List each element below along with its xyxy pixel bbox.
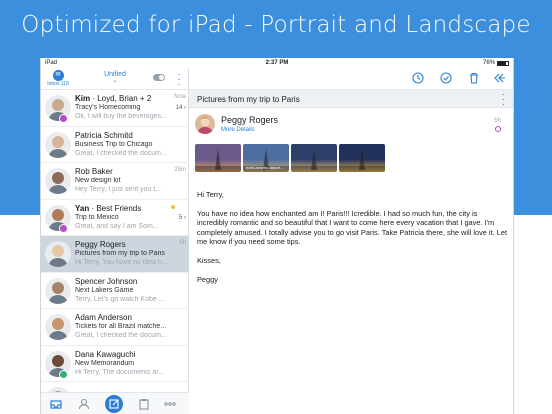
mail-list-item[interactable]: Peggy Rogers Pictures from my trip to Pa… — [41, 236, 189, 273]
attachment-strip: hotel-nearby-dance... — [195, 144, 385, 172]
mail-preview: Great, I checked the docum... — [75, 149, 167, 157]
avatar — [45, 314, 71, 340]
mail-sender: Peggy Rogers — [75, 240, 126, 249]
avatar — [45, 241, 71, 267]
mail-subject: Tracy's Homecoming — [75, 104, 141, 111]
unread-indicator[interactable] — [495, 126, 501, 132]
body-paragraph: You have no idea how enchanted am I! Par… — [197, 208, 508, 247]
message-toolbar — [189, 68, 513, 90]
mail-preview: Hi Terry, You have no idea h... — [75, 259, 168, 266]
clock-label: 2:37 PM — [265, 60, 289, 66]
mail-subject: New Memorandum — [75, 359, 135, 367]
status-bar: iPad 2:37 PM 76% — [41, 58, 513, 68]
bottom-toolbar — [41, 392, 189, 414]
clipboard-icon[interactable] — [137, 397, 151, 411]
mail-sender: Patricia Schmitd — [75, 130, 133, 140]
account-badge — [59, 114, 68, 123]
signature: Peggy — [197, 274, 218, 284]
battery-percent: 76% — [482, 60, 495, 66]
mail-subject: Next Lakers Game — [75, 286, 134, 294]
mail-subject: Pictures from my trip to Paris — [75, 250, 165, 257]
mail-sender: Rob Baker — [75, 167, 113, 176]
mail-sender: Dana Kawaguchi — [75, 349, 136, 359]
more-horizontal-icon[interactable] — [163, 397, 177, 411]
mail-list-item[interactable]: Kim · Loyd, Brian + 2 Tracy's Homecoming… — [41, 90, 189, 127]
mail-preview: Hi Terry, The documents ar... — [75, 368, 165, 376]
inbox-button[interactable]: ✉ Inbox 118 — [45, 70, 71, 88]
reply-all-icon[interactable] — [493, 71, 507, 85]
inbox-icon: ✉ — [52, 70, 64, 81]
ipad-screen: iPad 2:37 PM 76% ✉ Inbox 118 Unified ⌄ ·… — [40, 58, 514, 414]
account-badge — [59, 369, 68, 379]
trash-icon[interactable] — [467, 71, 481, 85]
mail-subject: Business Trip to Chicago — [75, 140, 153, 148]
sender-name: Peggy Rogers — [221, 115, 279, 125]
compose-button[interactable] — [105, 395, 123, 413]
more-vertical-icon[interactable]: · · · — [176, 70, 182, 90]
mail-list-item[interactable]: Yan · Best Friends Trip to Mexico Great,… — [41, 200, 189, 236]
check-circle-icon[interactable] — [439, 71, 453, 85]
thread-count: 14 › — [175, 105, 186, 111]
mail-time: 25m — [174, 167, 186, 173]
mail-list-header: ✉ Inbox 118 Unified ⌄ · · · — [41, 68, 189, 90]
clock-icon[interactable] — [411, 71, 425, 85]
mail-list-item[interactable]: Adam Anderson Tickets for all Brazil mat… — [41, 309, 189, 346]
mail-preview: Terry, Let's go watch Kobe ... — [75, 295, 165, 303]
avatar — [45, 131, 71, 158]
mailbox-selector[interactable]: Unified ⌄ — [97, 71, 133, 84]
mail-list-item[interactable] — [41, 382, 189, 392]
battery-icon — [497, 60, 509, 66]
mail-subject: Tickets for all Brazil matche... — [75, 323, 167, 330]
greeting: Hi Terry, — [197, 190, 224, 199]
mail-sender: Spencer Johnson — [75, 276, 138, 286]
mail-list-item[interactable]: Spencer Johnson Next Lakers Game Terry, … — [41, 273, 189, 309]
contacts-icon[interactable] — [77, 397, 91, 411]
avatar — [45, 168, 71, 194]
chevron-down-icon: ⌄ — [112, 78, 118, 84]
mailbox-title: Unified — [104, 71, 126, 78]
banner-title: Optimized for iPad - Portrait and Landsc… — [21, 12, 531, 38]
message-body: Hi Terry, You have no idea how enchanted… — [197, 190, 509, 293]
closing: Kisses, — [197, 255, 221, 265]
account-badge — [59, 223, 68, 233]
mail-list: Kim · Loyd, Brian + 2 Tracy's Homecoming… — [41, 90, 189, 392]
inbox-icon[interactable] — [49, 397, 63, 411]
mail-time: Now — [173, 94, 186, 100]
sender-avatar[interactable] — [195, 114, 215, 134]
avatar — [45, 277, 71, 304]
message-subject: Pictures from my trip to Paris — [197, 95, 300, 104]
inbox-label: Inbox 118 — [47, 81, 69, 87]
focus-toggle[interactable] — [153, 74, 165, 81]
mail-sender: Yan · Best Friends — [75, 203, 142, 213]
message-pane: Pictures from my trip to Paris · · · Peggy… — [189, 68, 513, 414]
attachment-thumbnail[interactable]: hotel-nearby-dance... — [243, 144, 289, 172]
mail-time: 5h — [179, 240, 186, 246]
attachment-thumbnail[interactable] — [291, 144, 337, 172]
mail-sender: Adam Anderson — [75, 313, 132, 322]
mail-sender: Kim · Loyd, Brian + 2 — [75, 94, 152, 103]
mail-preview: Ok, I will buy the beverages... — [75, 113, 167, 120]
mail-subject: New design kit — [75, 177, 121, 184]
mail-subject: Trip to Mexico — [75, 213, 119, 221]
mail-list-item[interactable]: Dana Kawaguchi New Memorandum Hi Terry, … — [41, 346, 189, 382]
subject-bar: Pictures from my trip to Paris · · · — [189, 90, 513, 110]
mail-list-pane: ✉ Inbox 118 Unified ⌄ · · · Kim · Loyd, Br… — [41, 68, 189, 414]
battery-indicator: 76% — [483, 60, 509, 66]
more-details-link[interactable]: More Details — [221, 127, 255, 133]
flag-dot — [171, 204, 175, 209]
mail-list-item[interactable]: Patricia Schmitd Business Trip to Chicag… — [41, 127, 189, 163]
mail-preview: Great, and say I am Som... — [75, 222, 159, 230]
mail-list-item[interactable]: Rob Baker New design kit Hey Terry, I ju… — [41, 163, 189, 200]
attachment-thumbnail[interactable] — [195, 144, 241, 172]
message-time: 5h — [494, 118, 501, 124]
mail-preview: Great, I checked the docum... — [75, 332, 167, 339]
more-vertical-icon[interactable]: · · · — [502, 90, 505, 110]
attachment-thumbnail[interactable] — [339, 144, 385, 172]
thread-count: 5 › — [178, 214, 186, 221]
mail-preview: Hey Terry, I just sent you t... — [75, 186, 162, 193]
attachment-label: hotel-nearby-dance... — [246, 165, 284, 170]
compose-icon — [109, 399, 119, 409]
